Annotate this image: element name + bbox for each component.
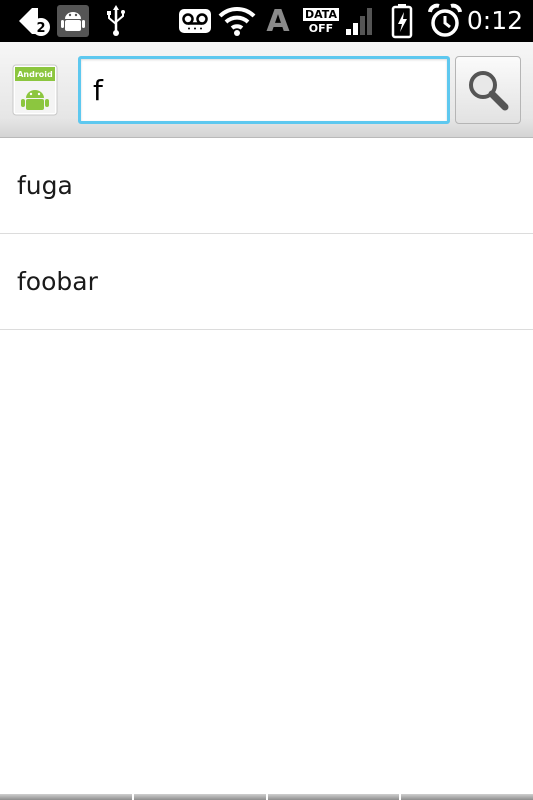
alarm-icon bbox=[427, 0, 463, 42]
android-debug-icon bbox=[56, 0, 90, 42]
android-app-icon[interactable]: Android bbox=[12, 64, 58, 116]
voicemail-icon bbox=[178, 0, 212, 42]
list-item[interactable]: fuga bbox=[0, 138, 533, 234]
chat-notification-icon: 2 bbox=[16, 0, 54, 42]
suggestion-label: fuga bbox=[17, 171, 73, 200]
data-off-icon: DATA OFF bbox=[303, 0, 339, 42]
list-item[interactable]: foobar bbox=[0, 234, 533, 330]
search-icon bbox=[469, 71, 509, 111]
search-input[interactable] bbox=[81, 59, 447, 121]
suggestion-list: fuga foobar bbox=[0, 138, 533, 330]
usb-icon bbox=[104, 0, 128, 42]
data-label-top: DATA bbox=[303, 7, 339, 21]
font-indicator-label: A bbox=[266, 3, 290, 39]
search-header: Android bbox=[0, 42, 533, 138]
search-field[interactable] bbox=[78, 56, 450, 124]
app-icon-label: Android bbox=[17, 70, 53, 79]
bottom-edge bbox=[0, 794, 533, 800]
suggestion-label: foobar bbox=[17, 267, 98, 296]
search-screen: 2 A DATA OFF 0:12 Android f fuga foobar bbox=[0, 0, 533, 800]
data-label-bottom: OFF bbox=[308, 21, 334, 35]
search-button[interactable] bbox=[455, 56, 521, 124]
status-bar: 2 A DATA OFF 0:12 bbox=[0, 0, 533, 42]
notification-count: 2 bbox=[36, 21, 45, 36]
font-indicator-icon: A bbox=[264, 0, 292, 42]
wifi-icon bbox=[218, 0, 256, 42]
clock-time: 0:12 bbox=[466, 6, 523, 35]
battery-charging-icon bbox=[390, 0, 414, 42]
signal-icon bbox=[344, 0, 376, 42]
